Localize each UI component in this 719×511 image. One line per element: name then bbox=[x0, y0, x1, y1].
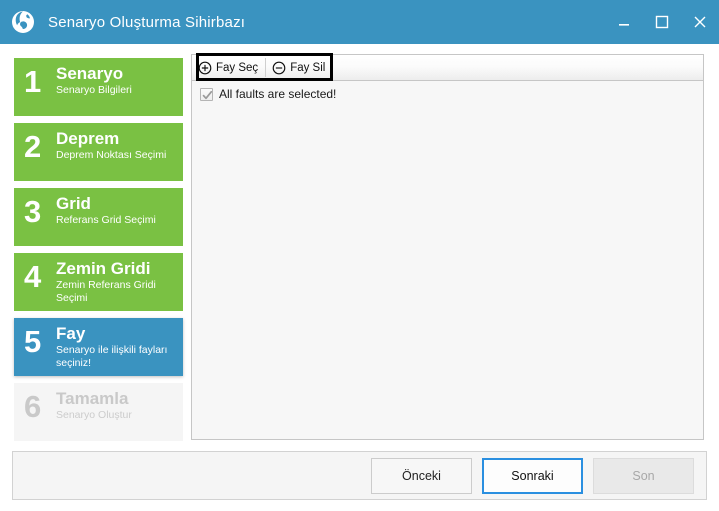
minimize-icon[interactable] bbox=[605, 0, 643, 44]
step-title: Tamamla bbox=[56, 389, 129, 408]
step-number: 5 bbox=[24, 324, 42, 359]
maximize-icon[interactable] bbox=[643, 0, 681, 44]
step-number: 3 bbox=[24, 194, 42, 229]
checkmark-icon bbox=[202, 90, 213, 99]
step-title: Deprem bbox=[56, 129, 120, 148]
step-number: 2 bbox=[24, 129, 42, 164]
select-fault-label: Fay Seç bbox=[216, 61, 259, 74]
sidebar-step-1-senaryo[interactable]: 1 Senaryo Senaryo Bilgileri bbox=[14, 58, 183, 116]
next-button[interactable]: Sonraki bbox=[482, 457, 583, 494]
sidebar-step-6-tamamla: 6 Tamamla Senaryo Oluştur bbox=[14, 383, 183, 441]
circle-plus-icon bbox=[198, 61, 212, 74]
fault-toolbar: Fay Seç Fay Sil bbox=[192, 53, 703, 81]
fault-list-body: All faults are selected! bbox=[192, 81, 703, 103]
step-subtitle: Referans Grid Seçimi bbox=[56, 213, 156, 226]
all-faults-selected-checkbox[interactable] bbox=[200, 87, 213, 101]
delete-fault-button[interactable]: Fay Sil bbox=[266, 55, 332, 80]
globe-icon bbox=[8, 7, 38, 37]
previous-button[interactable]: Önceki bbox=[371, 457, 472, 494]
sidebar-step-3-grid[interactable]: 3 Grid Referans Grid Seçimi bbox=[14, 188, 183, 246]
all-faults-selected-label: All faults are selected! bbox=[219, 87, 337, 101]
all-faults-selected-row[interactable]: All faults are selected! bbox=[200, 85, 703, 103]
scenario-wizard-window: Senaryo Oluşturma Sihirbazı 1 Senaryo Se… bbox=[0, 0, 719, 511]
step-subtitle: Senaryo ile ilişkili fayları seçiniz! bbox=[56, 343, 168, 369]
step-subtitle: Senaryo Oluştur bbox=[56, 408, 132, 421]
step-number: 1 bbox=[24, 64, 42, 99]
wizard-footer: Önceki Sonraki Son bbox=[12, 451, 707, 500]
step-subtitle: Deprem Noktası Seçimi bbox=[56, 148, 167, 161]
delete-fault-label: Fay Sil bbox=[290, 61, 326, 74]
sidebar-step-2-deprem[interactable]: 2 Deprem Deprem Noktası Seçimi bbox=[14, 123, 183, 181]
window-title: Senaryo Oluşturma Sihirbazı bbox=[48, 13, 246, 31]
window-controls bbox=[605, 0, 719, 44]
wizard-step-sidebar: 1 Senaryo Senaryo Bilgileri 2 Deprem Dep… bbox=[14, 58, 183, 443]
circle-minus-icon bbox=[272, 61, 286, 74]
title-bar: Senaryo Oluşturma Sihirbazı bbox=[0, 0, 719, 44]
fault-selection-panel: Fay Seç Fay Sil All faults are selected! bbox=[191, 53, 704, 440]
step-number: 4 bbox=[24, 259, 42, 294]
finish-button: Son bbox=[593, 457, 694, 494]
sidebar-step-4-zemin-gridi[interactable]: 4 Zemin Gridi Zemin Referans Gridi Seçim… bbox=[14, 253, 183, 311]
step-number: 6 bbox=[24, 389, 42, 424]
step-title: Zemin Gridi bbox=[56, 259, 151, 278]
step-title: Fay bbox=[56, 324, 86, 343]
step-subtitle: Zemin Referans Gridi Seçimi bbox=[56, 278, 156, 304]
sidebar-step-5-fay[interactable]: 5 Fay Senaryo ile ilişkili fayları seçin… bbox=[14, 318, 183, 376]
close-icon[interactable] bbox=[681, 0, 719, 44]
select-fault-button[interactable]: Fay Seç bbox=[192, 55, 265, 80]
step-subtitle: Senaryo Bilgileri bbox=[56, 83, 132, 96]
step-title: Senaryo bbox=[56, 64, 124, 83]
step-title: Grid bbox=[56, 194, 91, 213]
